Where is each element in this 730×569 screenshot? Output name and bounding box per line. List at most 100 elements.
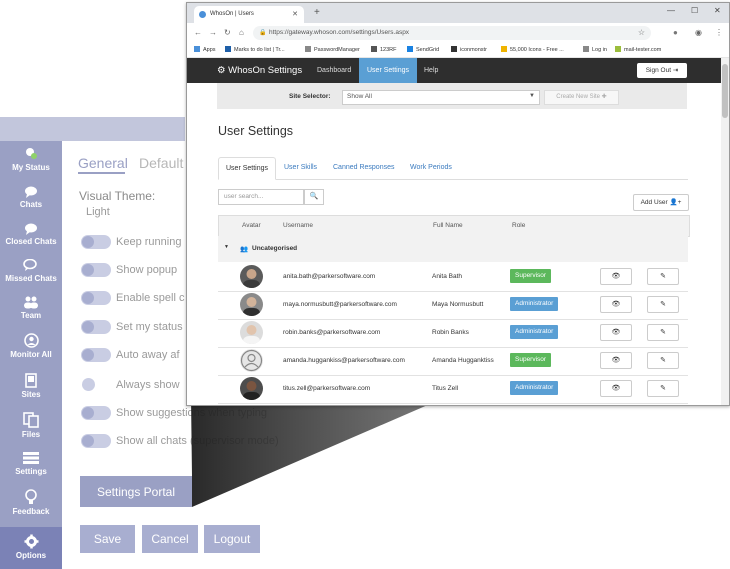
sidebar-item-team[interactable]: Team: [0, 296, 62, 324]
sidebar-item-options[interactable]: Options: [0, 527, 62, 569]
settings-portal-button[interactable]: Settings Portal: [80, 476, 192, 507]
sidebar-item-files[interactable]: Files: [0, 412, 62, 442]
reload-icon[interactable]: ↻: [224, 28, 231, 37]
site-selector-dropdown[interactable]: Show All ▼: [342, 90, 540, 105]
user-email: robin.banks@parkersoftware.com: [283, 329, 381, 336]
gear-icon: [24, 534, 38, 549]
url-input[interactable]: 🔒 https://gateway.whoson.com/settings/Us…: [253, 26, 651, 40]
eye-icon: 👁: [611, 357, 621, 364]
option-toggle[interactable]: [81, 263, 111, 277]
sidebar-item-missed-chats[interactable]: Missed Chats: [0, 259, 62, 287]
sidebar-item-sites[interactable]: Sites: [0, 373, 62, 403]
maximize-icon[interactable]: ☐: [691, 6, 698, 15]
menu-icon[interactable]: ⋮: [715, 28, 723, 37]
option-toggle[interactable]: [81, 235, 111, 249]
search-button[interactable]: 🔍: [304, 189, 324, 205]
nav-help[interactable]: Help: [424, 67, 438, 74]
logout-button[interactable]: Logout: [204, 525, 260, 553]
bookmark-item[interactable]: PasswordManager: [305, 46, 360, 53]
forward-icon[interactable]: →: [209, 28, 217, 37]
nav-dashboard[interactable]: Dashboard: [317, 67, 351, 74]
edit-icon: ✎: [660, 301, 666, 308]
sign-out-button[interactable]: Sign Out ⇥: [637, 63, 687, 78]
bookmark-item[interactable]: mail-tester.com: [615, 46, 661, 53]
add-user-button[interactable]: Add User 👤+: [633, 194, 689, 211]
table-row[interactable]: titus.zell@parkersoftware.com Titus Zell…: [218, 375, 688, 404]
edit-button[interactable]: ✎: [647, 268, 679, 285]
edit-button[interactable]: ✎: [647, 324, 679, 341]
sidebar-item-my-status[interactable]: My Status: [0, 147, 62, 177]
profile-icon[interactable]: ◉: [695, 28, 702, 37]
view-button[interactable]: 👁: [600, 296, 632, 313]
view-button[interactable]: 👁: [600, 268, 632, 285]
extension-icon[interactable]: ●: [673, 28, 678, 37]
scrollbar-thumb[interactable]: [722, 64, 728, 118]
sidebar-item-settings[interactable]: Settings: [0, 451, 62, 481]
brand-logo[interactable]: ⚙ WhosOn Settings: [217, 65, 302, 76]
page-scrollbar[interactable]: [721, 58, 729, 405]
option-toggle[interactable]: [81, 406, 111, 420]
view-button[interactable]: 👁: [600, 380, 632, 397]
sidebar-item-feedback[interactable]: Feedback: [0, 489, 62, 519]
sidebar-item-chats[interactable]: Chats: [0, 186, 62, 214]
table-row[interactable]: maya.normusbutt@parkersoftware.com Maya …: [218, 291, 688, 320]
close-window-icon[interactable]: ✕: [714, 6, 721, 15]
sidebar-item-closed-chats[interactable]: Closed Chats: [0, 223, 62, 251]
cancel-button[interactable]: Cancel: [142, 525, 198, 553]
page-title: User Settings: [218, 124, 294, 138]
back-icon[interactable]: ←: [194, 28, 202, 37]
team-icon: [24, 296, 38, 309]
table-row[interactable]: amanda.huggankiss@parkersoftware.com Ama…: [218, 347, 688, 376]
new-tab-icon[interactable]: +: [314, 7, 320, 18]
create-new-site-button[interactable]: Create New Site ✚: [544, 90, 619, 105]
visual-theme-value[interactable]: Light: [86, 206, 110, 218]
save-button[interactable]: Save: [80, 525, 135, 553]
bookmark-item[interactable]: 55,000 Icons - Free ...: [501, 46, 564, 53]
option-toggle[interactable]: [81, 320, 111, 334]
group-row[interactable]: ▼ 👥 Uncategorised: [218, 236, 688, 262]
site-selector-bar: Site Selector: Show All ▼ Create New Sit…: [217, 83, 687, 109]
browser-window: WhosOn | Users ✕ + — ☐ ✕ ← → ↻ ⌂ 🔒 https…: [186, 2, 730, 406]
option-toggle[interactable]: [81, 291, 111, 305]
close-tab-icon[interactable]: ✕: [292, 10, 298, 18]
bookmarks-bar: Apps Marks to do list | Tr... PasswordMa…: [187, 43, 729, 58]
edit-button[interactable]: ✎: [647, 352, 679, 369]
minimize-icon[interactable]: —: [667, 6, 675, 15]
tab-user-skills[interactable]: User Skills: [284, 164, 317, 171]
tab-user-settings[interactable]: User Settings: [218, 157, 277, 180]
default-user-icon: [240, 349, 263, 372]
view-button[interactable]: 👁: [600, 324, 632, 341]
bookmark-star-icon[interactable]: ☆: [638, 28, 645, 37]
caret-down-icon[interactable]: ▼: [224, 244, 229, 250]
bookmark-item[interactable]: Marks to do list | Tr...: [225, 46, 285, 53]
closed-chat-icon: [25, 223, 37, 235]
person-photo-icon: [243, 297, 260, 316]
option-radio[interactable]: [82, 378, 95, 391]
table-row[interactable]: anita.bath@parkersoftware.com Anita Bath…: [218, 263, 688, 292]
tab-canned-responses[interactable]: Canned Responses: [333, 164, 395, 171]
tab-work-periods[interactable]: Work Periods: [410, 164, 452, 171]
tab-general[interactable]: General: [78, 155, 128, 171]
nav-user-settings[interactable]: User Settings: [359, 58, 418, 83]
tab-default[interactable]: Default: [139, 155, 183, 171]
bookmark-item[interactable]: iconmonstr: [451, 46, 487, 53]
bookmark-item[interactable]: 123RF: [371, 46, 397, 53]
bookmark-item[interactable]: SendGrid: [407, 46, 439, 53]
browser-tab[interactable]: WhosOn | Users ✕: [194, 6, 304, 23]
sidebar-item-monitor-all[interactable]: Monitor All: [0, 333, 62, 363]
person-photo-icon: [243, 381, 260, 400]
user-search-input[interactable]: user search...: [218, 189, 304, 205]
table-row[interactable]: robin.banks@parkersoftware.com Robin Ban…: [218, 319, 688, 348]
eye-icon: 👁: [611, 301, 621, 308]
avatar: [240, 321, 263, 344]
home-icon[interactable]: ⌂: [239, 28, 244, 37]
bookmark-item[interactable]: Log in: [583, 46, 607, 53]
bookmark-item[interactable]: Apps: [194, 46, 216, 53]
edit-button[interactable]: ✎: [647, 380, 679, 397]
option-toggle[interactable]: [81, 434, 111, 448]
edit-button[interactable]: ✎: [647, 296, 679, 313]
option-toggle[interactable]: [81, 348, 111, 362]
role-badge: Supervisor: [510, 353, 552, 367]
view-button[interactable]: 👁: [600, 352, 632, 369]
option-label: Auto away af: [116, 349, 180, 361]
